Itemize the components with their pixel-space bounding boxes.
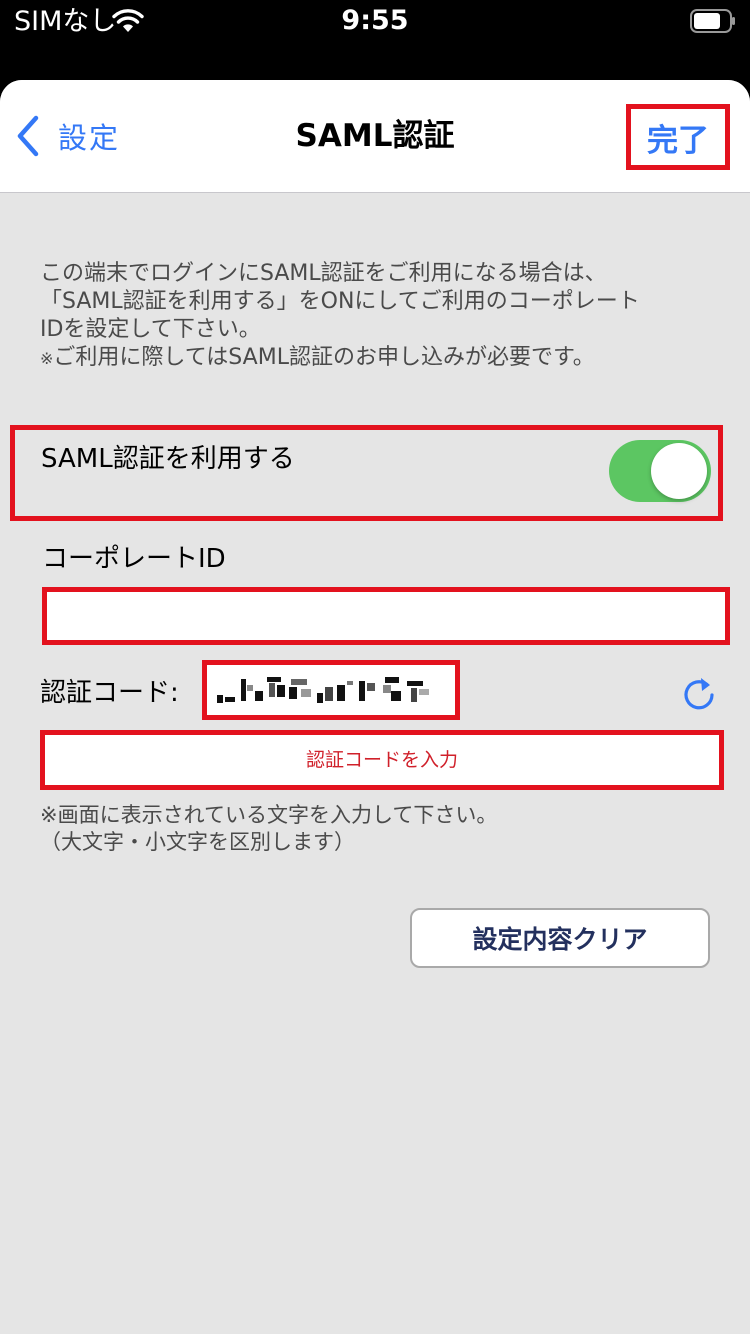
status-bar: SIMなし 9:55 <box>0 0 750 80</box>
done-button[interactable]: 完了 <box>626 104 730 170</box>
saml-toggle-switch[interactable] <box>609 440 711 502</box>
corporate-id-input[interactable] <box>42 587 730 645</box>
navigation-bar: 設定 SAML認証 完了 <box>0 80 750 193</box>
description-text: この端末でログインにSAML認証をご利用になる場合は、 「SAML認証を利用する… <box>40 260 730 373</box>
description-line: 「SAML認証を利用する」をONにしてご利用のコーポレート <box>40 289 640 314</box>
clear-settings-button[interactable]: 設定内容クリア <box>410 908 710 968</box>
description-line: ご利用に際してはSAML認証のお申し込みが必要です。 <box>53 345 595 370</box>
corporate-id-label: コーポレートID <box>42 544 226 574</box>
status-time: 9:55 <box>341 5 409 36</box>
saml-toggle-row: SAML認証を利用する <box>10 425 723 521</box>
captcha-label: 認証コード: <box>40 678 179 708</box>
settings-sheet: 設定 SAML認証 完了 この端末でログインにSAML認証をご利用になる場合は、… <box>0 80 750 1334</box>
hint-line: （大文字・小文字を区別します） <box>40 830 355 854</box>
hint-line: ※画面に表示されている文字を入力して下さい。 <box>40 803 498 827</box>
saml-toggle-label: SAML認証を利用する <box>41 444 295 474</box>
captcha-noise <box>217 677 429 703</box>
description-line: IDを設定して下さい。 <box>40 317 261 342</box>
toggle-knob <box>651 443 707 499</box>
description-note: ※ご利用に際してはSAML認証のお申し込みが必要です。 <box>40 344 730 373</box>
description-line: この端末でログインにSAML認証をご利用になる場合は、 <box>40 261 607 286</box>
captcha-code-input[interactable] <box>40 730 724 790</box>
refresh-icon[interactable] <box>680 676 718 714</box>
captcha-image <box>202 660 460 720</box>
note-mark: ※ <box>40 349 54 368</box>
captcha-hint: ※画面に表示されている文字を入力して下さい。 （大文字・小文字を区別します） <box>40 802 497 856</box>
battery-icon <box>690 9 735 33</box>
